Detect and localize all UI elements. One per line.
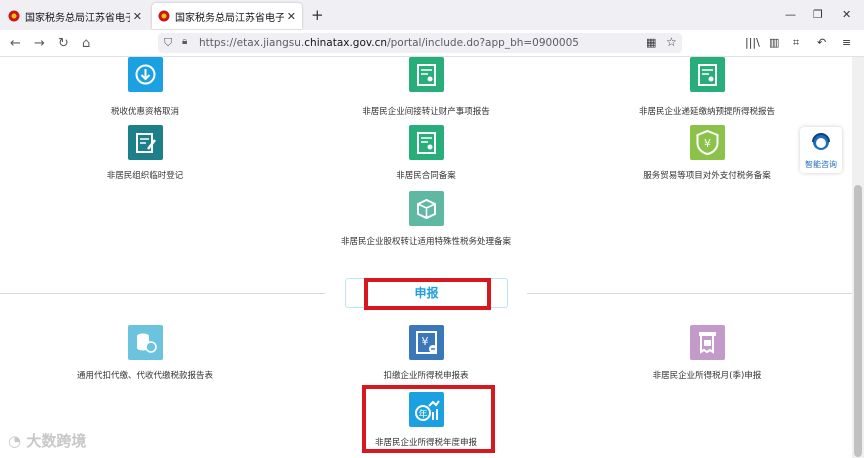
smart-consult-button[interactable]: 智能咨询 (800, 127, 842, 173)
minimize-icon[interactable]: — (785, 8, 796, 21)
close-icon[interactable]: ✕ (287, 10, 296, 23)
back-icon[interactable]: ← (10, 36, 21, 51)
box-icon (408, 191, 444, 226)
certificate-icon (408, 57, 444, 92)
section-divider-left (0, 293, 325, 294)
service-label: 非居民企业股权转让适用特殊性税务处理备案 (340, 237, 511, 247)
home-icon[interactable]: ⌂ (82, 36, 90, 51)
tax-bill-icon (689, 325, 725, 360)
svg-text:¥: ¥ (704, 137, 711, 150)
tab-title: 国家税务总局江苏省电子税务局 (175, 12, 284, 24)
service-general-withholding-report[interactable]: 通用代扣代缴、代收代缴税款报告表 (25, 325, 265, 381)
smart-consult-label: 智能咨询 (805, 160, 837, 169)
service-label: 非居民合同备案 (396, 171, 456, 181)
window-close-icon[interactable]: ✕ (842, 8, 851, 21)
svg-text:¥: ¥ (421, 335, 428, 348)
page-content: 税收优惠资格取消 非居民企业间接转让财产事项报告 非居民企业递延缴纳预提所得税报… (0, 57, 852, 458)
forward-icon[interactable]: → (34, 36, 45, 51)
tax-emblem-icon (158, 10, 170, 22)
new-tab-icon[interactable]: + (311, 6, 324, 24)
service-nonresident-contract-filing[interactable]: 非居民合同备案 (306, 125, 546, 181)
service-label: 税收优惠资格取消 (110, 107, 179, 117)
coins-icon (127, 325, 163, 360)
tab-title: 国家税务总局江苏省电子税务局 (25, 12, 130, 24)
service-indirect-transfer-report[interactable]: 非居民企业间接转让财产事项报告 (306, 57, 546, 117)
tab-bar: 国家税务总局江苏省电子税务局 ✕ 国家税务总局江苏省电子税务局 ✕ + — ❐ … (0, 0, 864, 30)
service-deferred-withholding-report[interactable]: 非居民企业递延缴纳预提所得税报告 (587, 57, 827, 117)
browser-tab-1[interactable]: 国家税务总局江苏省电子税务局 ✕ (2, 3, 148, 29)
undo-icon[interactable]: ↶ (817, 36, 826, 49)
menu-icon[interactable]: ≡ (842, 36, 851, 49)
url-text: https://etax.jiangsu.chinatax.gov.cn/por… (199, 37, 579, 49)
shield-icon[interactable]: ⛉ (164, 36, 172, 50)
reload-icon[interactable]: ↻ (58, 36, 69, 51)
service-external-payment-filing[interactable]: ¥ 服务贸易等项目对外支付税务备案 (587, 125, 827, 181)
section-divider-right (527, 293, 852, 294)
address-bar[interactable]: ⛉ 🔒︎ https://etax.jiangsu.chinatax.gov.c… (158, 33, 682, 53)
service-label: 非居民企业间接转让财产事项报告 (362, 107, 490, 117)
service-label: 通用代扣代缴、代收代缴税款报告表 (76, 371, 213, 381)
service-tax-preference-cancel[interactable]: 税收优惠资格取消 (25, 57, 265, 117)
page-scrollbar[interactable] (852, 57, 864, 458)
headset-icon (812, 133, 830, 150)
service-withholding-cit-return[interactable]: ¥ 扣缴企业所得税申报表 (306, 325, 546, 381)
scrollbar-thumb[interactable] (854, 185, 862, 457)
lock-icon[interactable]: 🔒︎ (182, 36, 187, 47)
restore-icon[interactable]: ❐ (813, 8, 823, 21)
certificate-icon (408, 125, 444, 160)
service-label: 扣缴企业所得税申报表 (383, 371, 469, 381)
edit-icon (127, 125, 163, 160)
service-nonresident-temp-registration[interactable]: 非居民组织临时登记 (25, 125, 265, 181)
service-equity-transfer-special-filing[interactable]: 非居民企业股权转让适用特殊性税务处理备案 (306, 191, 546, 247)
download-icon (127, 57, 163, 92)
tax-emblem-icon (8, 10, 20, 22)
service-label: 非居民企业递延缴纳预提所得税报告 (638, 107, 775, 117)
library-icon[interactable]: |||\ (745, 36, 760, 49)
qr-code-icon[interactable]: ▦ (646, 36, 656, 49)
service-label: 服务贸易等项目对外支付税务备案 (643, 171, 771, 181)
yen-shield-icon: ¥ (689, 125, 725, 160)
highlight-box-annual-return (362, 385, 495, 453)
browser-tab-2[interactable]: 国家税务总局江苏省电子税务局 ✕ (152, 3, 302, 29)
watermark-text: 大数跨境 (26, 432, 87, 450)
crop-icon[interactable]: ⌗ (793, 36, 799, 50)
watermark-logo: ◔ 大数跨境 (8, 432, 87, 450)
nav-toolbar: ← → ↻ ⌂ ⛉ 🔒︎ https://etax.jiangsu.chinat… (0, 30, 864, 57)
sidebar-icon[interactable]: ▥ (769, 36, 779, 49)
service-label: 非居民企业所得税月(季)申报 (652, 371, 762, 381)
service-monthly-quarterly-cit-return[interactable]: 非居民企业所得税月(季)申报 (587, 325, 827, 381)
service-label: 非居民组织临时登记 (106, 171, 184, 181)
close-icon[interactable]: ✕ (133, 10, 142, 23)
bookmark-star-icon[interactable]: ☆ (666, 35, 677, 49)
highlight-box-section (364, 278, 491, 310)
certificate-icon (689, 57, 725, 92)
yen-form-icon: ¥ (408, 325, 444, 360)
